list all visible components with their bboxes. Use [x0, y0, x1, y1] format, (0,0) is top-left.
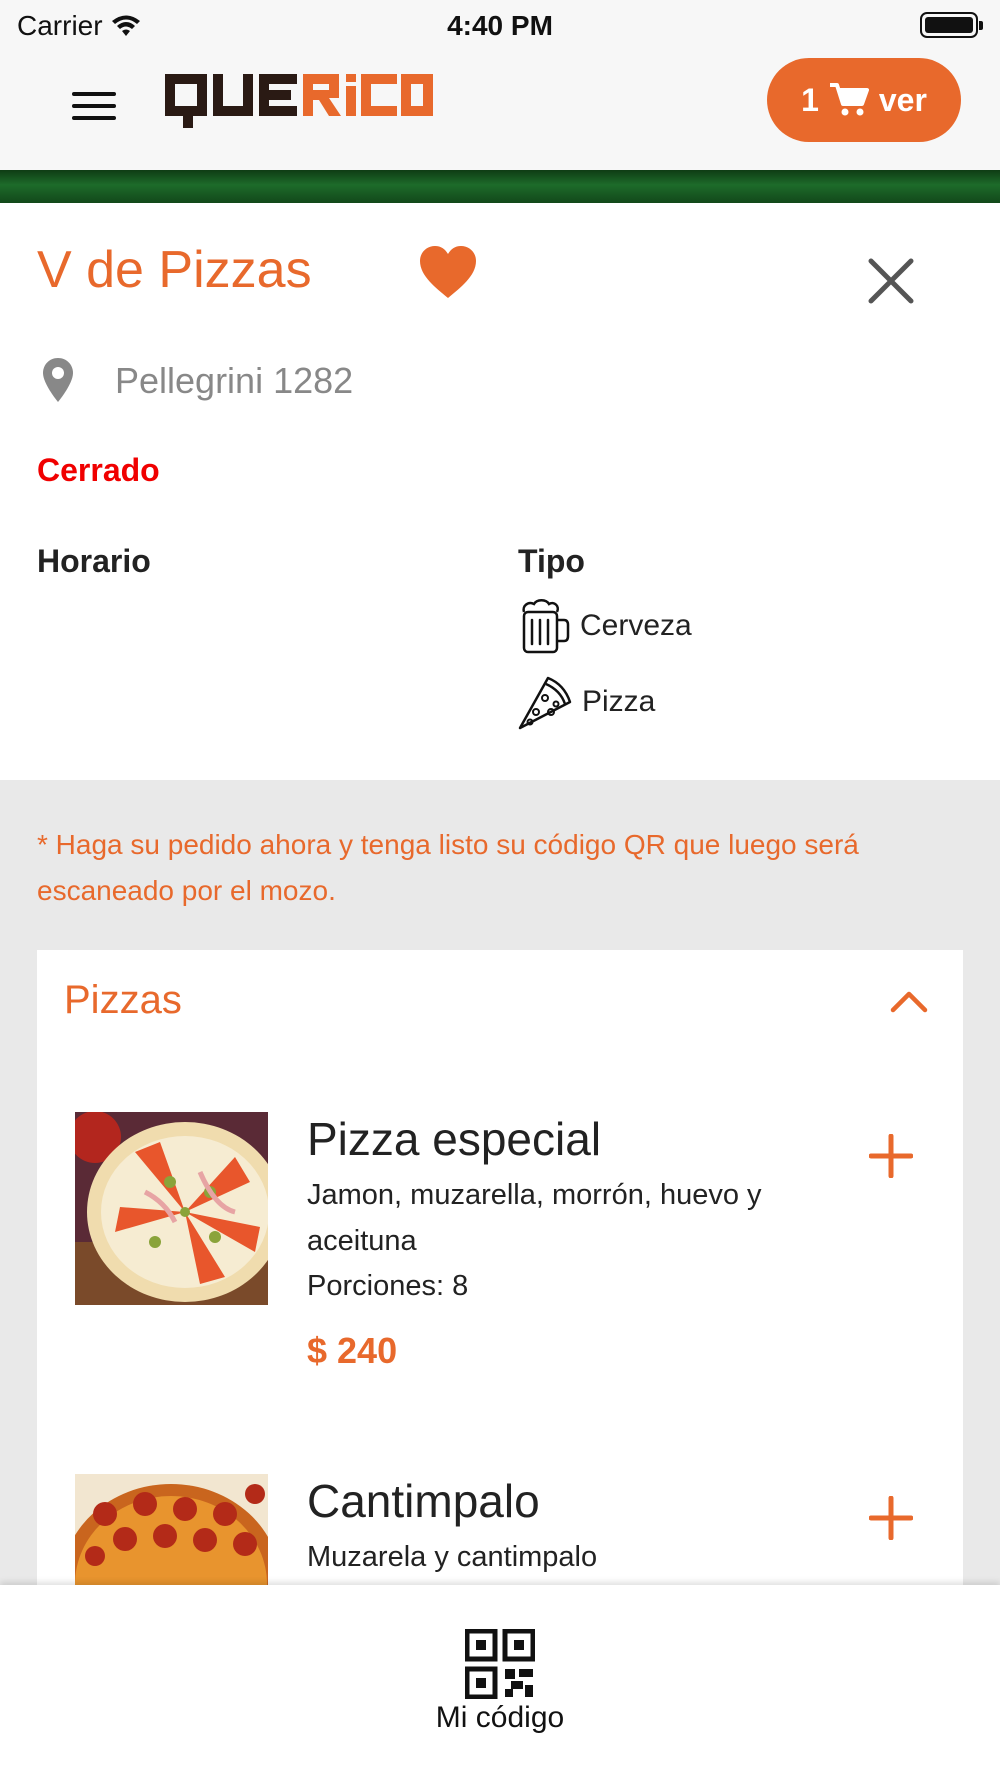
status-bar: Carrier 4:40 PM: [0, 0, 1000, 52]
close-icon[interactable]: [866, 256, 916, 306]
battery-icon: [920, 12, 983, 38]
item-name: Pizza especial: [307, 1113, 602, 1165]
banner-strip: [0, 170, 1000, 203]
cart-count: 1: [801, 81, 819, 118]
hamburger-menu-icon[interactable]: [72, 88, 118, 122]
add-plus-icon[interactable]: [869, 1496, 913, 1540]
location-pin-icon: [43, 358, 73, 402]
type-label-pizza: Pizza: [582, 685, 656, 718]
type-heading: Tipo: [518, 543, 585, 579]
tab-label: Mi código: [435, 1701, 565, 1734]
item-photo-pizza-especial: [75, 1112, 268, 1305]
restaurant-address: Pellegrini 1282: [115, 360, 354, 401]
item-portions: Porciones: 8: [307, 1270, 469, 1302]
cart-label: ver: [878, 81, 927, 118]
type-label-cerveza: Cerveza: [580, 609, 692, 642]
chevron-up-icon[interactable]: [889, 986, 929, 1014]
pizza-slice-icon: [518, 676, 572, 730]
item-photo-cantimpalo: [75, 1474, 268, 1590]
type-item-cerveza: Cerveza: [518, 598, 692, 654]
qr-order-notice: * Haga su pedido ahora y tenga listo su …: [37, 829, 859, 906]
restaurant-name: V de Pizzas: [37, 241, 312, 299]
menu-item[interactable]: Cantimpalo Muzarela y cantimpalo: [37, 1474, 963, 1590]
schedule-heading: Horario: [37, 543, 151, 579]
item-description: Muzarela y cantimpalo: [307, 1541, 598, 1573]
cart-button[interactable]: 1 ver: [767, 58, 961, 142]
add-plus-icon[interactable]: [869, 1134, 913, 1178]
favorite-heart-icon[interactable]: [418, 244, 478, 300]
clock: 4:40 PM: [447, 10, 553, 41]
querico-logo: [165, 74, 433, 128]
qr-code-icon: [465, 1629, 535, 1699]
shopping-cart-icon: [829, 83, 869, 116]
category-title[interactable]: Pizzas: [64, 978, 182, 1023]
open-status: Cerrado: [37, 452, 160, 488]
category-card: Pizzas Pizza especial Jamon, muzarella, …: [37, 950, 963, 1590]
menu-item[interactable]: Pizza especial Jamon, muzarella, morrón,…: [37, 1112, 963, 1432]
nav-bar: 1 ver: [0, 52, 1000, 170]
bottom-tab-bar: Mi código: [0, 1585, 1000, 1778]
beer-mug-icon: [522, 599, 570, 654]
item-name: Cantimpalo: [307, 1475, 540, 1527]
type-item-pizza: Pizza: [518, 674, 655, 730]
item-description: Jamon, muzarella, morrón, huevo y aceitu…: [307, 1179, 762, 1257]
tab-my-code[interactable]: Mi código: [400, 1629, 600, 1749]
item-price: $ 240: [307, 1330, 398, 1371]
